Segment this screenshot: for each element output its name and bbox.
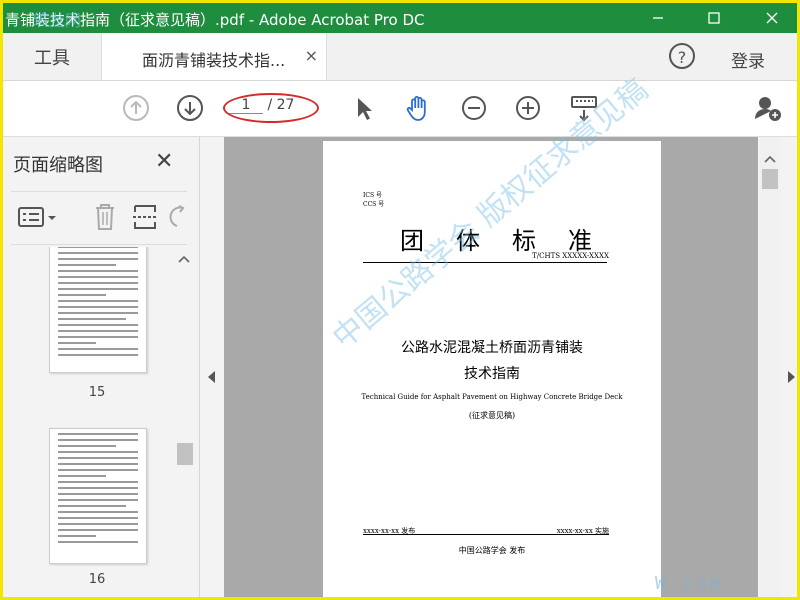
options-menu-icon[interactable]: [17, 204, 57, 232]
maximize-button[interactable]: [691, 3, 737, 33]
panel-close-icon[interactable]: ✕: [155, 149, 173, 174]
minimize-icon: [653, 17, 663, 19]
zoom-out-icon[interactable]: [459, 93, 489, 123]
keyboard-scroll-icon[interactable]: [569, 93, 599, 123]
next-page-icon[interactable]: [175, 93, 205, 123]
panel-title: 页面缩略图: [13, 155, 103, 176]
zoom-in-icon[interactable]: [513, 93, 543, 123]
tab-document[interactable]: 面沥青铺装技术指... ×: [101, 33, 327, 80]
thumbnail-label-16: 16: [88, 572, 106, 587]
tab-bar: 工具 面沥青铺装技术指... × ? 登录: [3, 33, 797, 81]
add-user-icon[interactable]: [753, 93, 783, 123]
select-tool-icon[interactable]: [349, 93, 379, 123]
standard-title: 团体标准: [400, 227, 624, 255]
tab-tools[interactable]: 工具: [3, 33, 101, 80]
scroll-up-icon: [764, 155, 776, 163]
document-scroll-thumb[interactable]: [762, 169, 778, 189]
thumbnail-list: 15 16: [11, 247, 173, 597]
close-window-button[interactable]: [749, 3, 795, 33]
title-bar: 青铺装技术指南（征求意见稿）.pdf - Adobe Acrobat Pro D…: [3, 3, 797, 33]
publisher: 中国公路学会 发布: [458, 546, 526, 555]
insert-pages-icon[interactable]: [131, 202, 159, 232]
header-rule: [363, 262, 607, 263]
previous-page-icon[interactable]: [121, 93, 151, 123]
tab-document-label: 面沥青铺装技术指...: [142, 51, 286, 70]
thumbnail-page-16[interactable]: [49, 428, 147, 564]
bottom-watermark: W com: [655, 573, 725, 594]
app-window: 青铺装技术指南（征求意见稿）.pdf - Adobe Acrobat Pro D…: [0, 0, 800, 600]
rotate-icon[interactable]: [169, 204, 187, 230]
document-title-line1: 公路水泥混凝土桥面沥青铺装: [401, 340, 583, 356]
ics-number: ICS 号 CCS 号: [363, 192, 385, 208]
maximize-icon: [708, 12, 720, 24]
delete-icon[interactable]: [91, 202, 119, 232]
collapse-left-panel-icon[interactable]: [208, 371, 215, 383]
login-button[interactable]: 登录: [731, 47, 765, 72]
standard-number: T/CHTS XXXXX-XXXX: [532, 252, 609, 260]
draft-label: (征求意见稿): [468, 411, 516, 420]
pdf-page: ICS 号 CCS 号 团体标准 T/CHTS XXXXX-XXXX 公路水泥混…: [323, 141, 661, 597]
thumbnail-page-15[interactable]: [49, 247, 147, 373]
toolbar: 1 / 27: [3, 81, 797, 137]
panel-toolbar: [11, 191, 187, 245]
document-title-english: Technical Guide for Asphalt Pavement on …: [361, 393, 623, 401]
close-icon: [766, 12, 778, 24]
document-scrollbar[interactable]: [760, 137, 780, 597]
footer-rule: [363, 534, 607, 535]
annotation-ellipse: [223, 93, 319, 123]
help-icon[interactable]: ?: [669, 43, 695, 69]
thumbnail-label-15: 15: [88, 385, 106, 400]
ccs-number: CCS 号: [363, 201, 385, 208]
scroll-up-icon: [178, 255, 190, 263]
expand-right-panel-icon[interactable]: [788, 371, 795, 383]
thumbnails-panel: 页面缩略图 ✕ 15 16: [3, 137, 200, 597]
document-viewer: ICS 号 CCS 号 团体标准 T/CHTS XXXXX-XXXX 公路水泥混…: [200, 137, 797, 597]
tab-close-icon[interactable]: ×: [305, 46, 318, 65]
scroll-thumb[interactable]: [177, 443, 193, 465]
corner-watermark: 筑龙网: [33, 11, 82, 30]
thumbnail-scrollbar[interactable]: [175, 247, 193, 597]
hand-tool-icon[interactable]: [403, 93, 433, 123]
page-canvas: ICS 号 CCS 号 团体标准 T/CHTS XXXXX-XXXX 公路水泥混…: [224, 137, 758, 597]
minimize-button[interactable]: [635, 3, 681, 33]
document-title-line2: 技术指南: [464, 366, 520, 382]
